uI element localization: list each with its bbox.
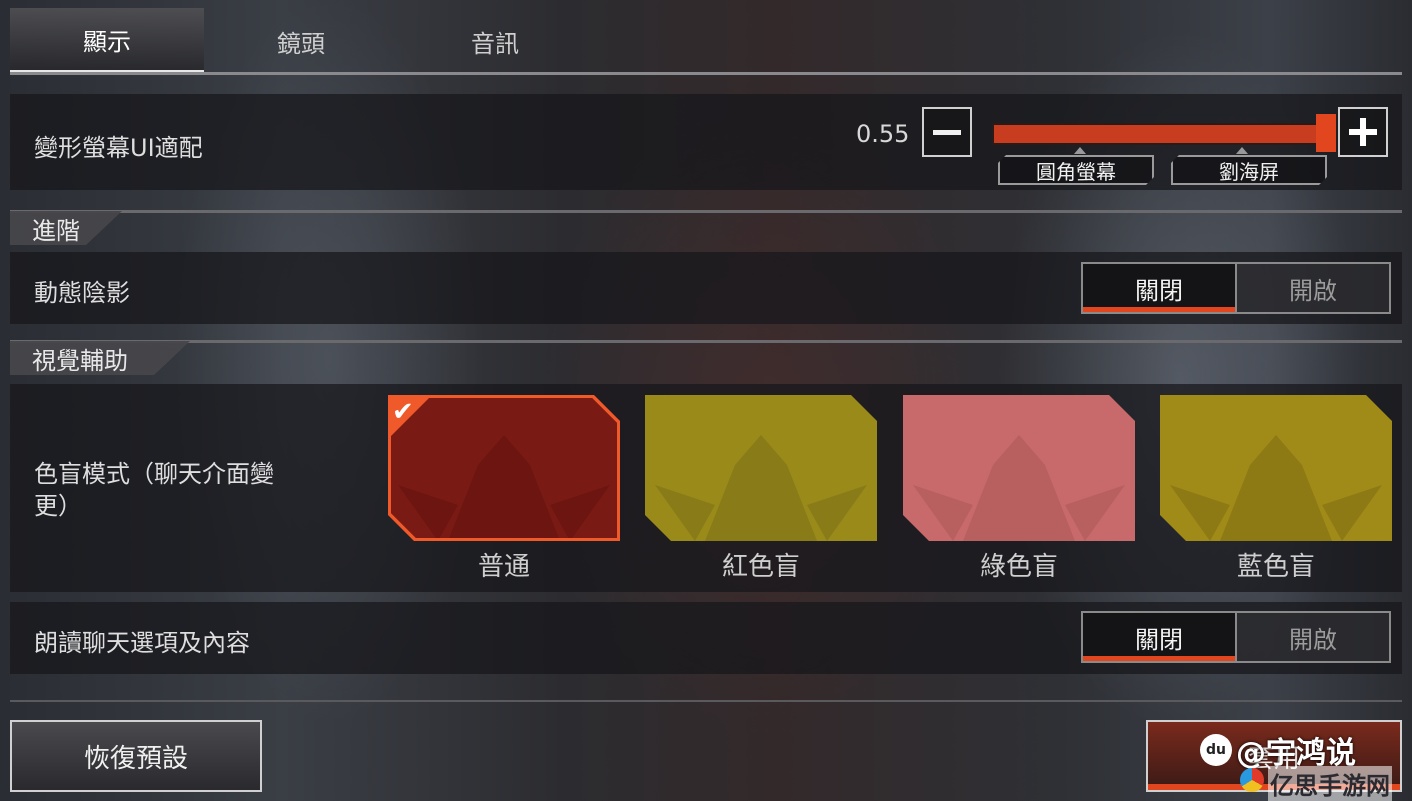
watermark-paw-icon: du: [1200, 734, 1232, 766]
protanopia-swatch: [645, 395, 877, 541]
decrease-button[interactable]: [922, 107, 972, 157]
dynamic-shadow-label: 動態陰影: [34, 279, 130, 307]
colorblind-option-normal[interactable]: ✔: [388, 395, 620, 541]
colorblind-option-normal-label: 普通: [477, 552, 530, 582]
section-divider-accessibility: [10, 340, 1402, 343]
marker-arrow-rounded: [1074, 147, 1086, 154]
ui-scale-label: 變形螢幕UI適配: [34, 134, 203, 162]
reset-defaults-label: 恢復預設: [83, 743, 188, 774]
watermark-site: 亿思手游网: [1268, 766, 1392, 801]
marker-arrow-notch: [1236, 147, 1248, 154]
colorblind-label: 色盲模式（聊天介面變更）: [34, 460, 274, 520]
tab-display-label: 顯示: [83, 27, 131, 56]
section-advanced-title: 進階: [32, 216, 80, 245]
colorblind-option-deuteranopia-label: 綠色盲: [979, 552, 1058, 582]
check-icon: ✔: [392, 397, 414, 427]
dynamic-shadow-on[interactable]: 開啟: [1237, 264, 1389, 312]
watermark-logo-icon: [1240, 768, 1264, 792]
tab-divider: [10, 72, 1402, 75]
section-divider-advanced: [10, 210, 1402, 213]
section-accessibility: 視覺輔助: [10, 341, 190, 375]
normal-swatch: [388, 395, 620, 541]
marker-rounded-screen: 圓角螢幕: [998, 155, 1154, 185]
read-chat-label: 朗讀聊天選項及內容: [34, 629, 250, 657]
deuteranopia-swatch: [903, 395, 1135, 541]
colorblind-option-deuteranopia[interactable]: [903, 395, 1135, 541]
colorblind-option-protanopia-label: 紅色盲: [721, 552, 800, 582]
tritanopia-swatch: [1160, 395, 1392, 541]
tab-audio[interactable]: 音訊: [398, 8, 592, 74]
ui-scale-slider[interactable]: [992, 123, 1332, 145]
read-chat-on[interactable]: 開啟: [1237, 613, 1389, 661]
watermark: du @宇鸿说 亿思手游网: [1200, 728, 1400, 801]
reset-defaults-button[interactable]: 恢復預設: [10, 720, 262, 792]
tab-camera[interactable]: 鏡頭: [204, 8, 398, 74]
tab-audio-label: 音訊: [471, 29, 519, 58]
marker-notch-screen: 劉海屏: [1171, 155, 1327, 185]
section-accessibility-title: 視覺輔助: [32, 346, 128, 375]
dynamic-shadow-toggle: 關閉 開啟: [1081, 262, 1391, 314]
read-chat-off[interactable]: 關閉: [1083, 613, 1237, 661]
colorblind-option-tritanopia[interactable]: [1160, 395, 1392, 541]
section-advanced: 進階: [10, 211, 122, 245]
tab-display[interactable]: 顯示: [10, 8, 204, 74]
colorblind-option-tritanopia-label: 藍色盲: [1236, 552, 1315, 582]
slider-handle[interactable]: [1316, 114, 1336, 152]
tab-camera-label: 鏡頭: [277, 29, 325, 58]
dynamic-shadow-off[interactable]: 關閉: [1083, 264, 1237, 312]
increase-button[interactable]: [1338, 107, 1388, 157]
slider-fill: [994, 125, 1330, 143]
plus-icon: [1340, 109, 1386, 155]
colorblind-option-protanopia[interactable]: [645, 395, 877, 541]
minus-icon: [933, 130, 961, 135]
footer-divider: [10, 700, 1402, 702]
ui-scale-value: 0.55: [856, 120, 910, 148]
read-chat-toggle: 關閉 開啟: [1081, 611, 1391, 663]
